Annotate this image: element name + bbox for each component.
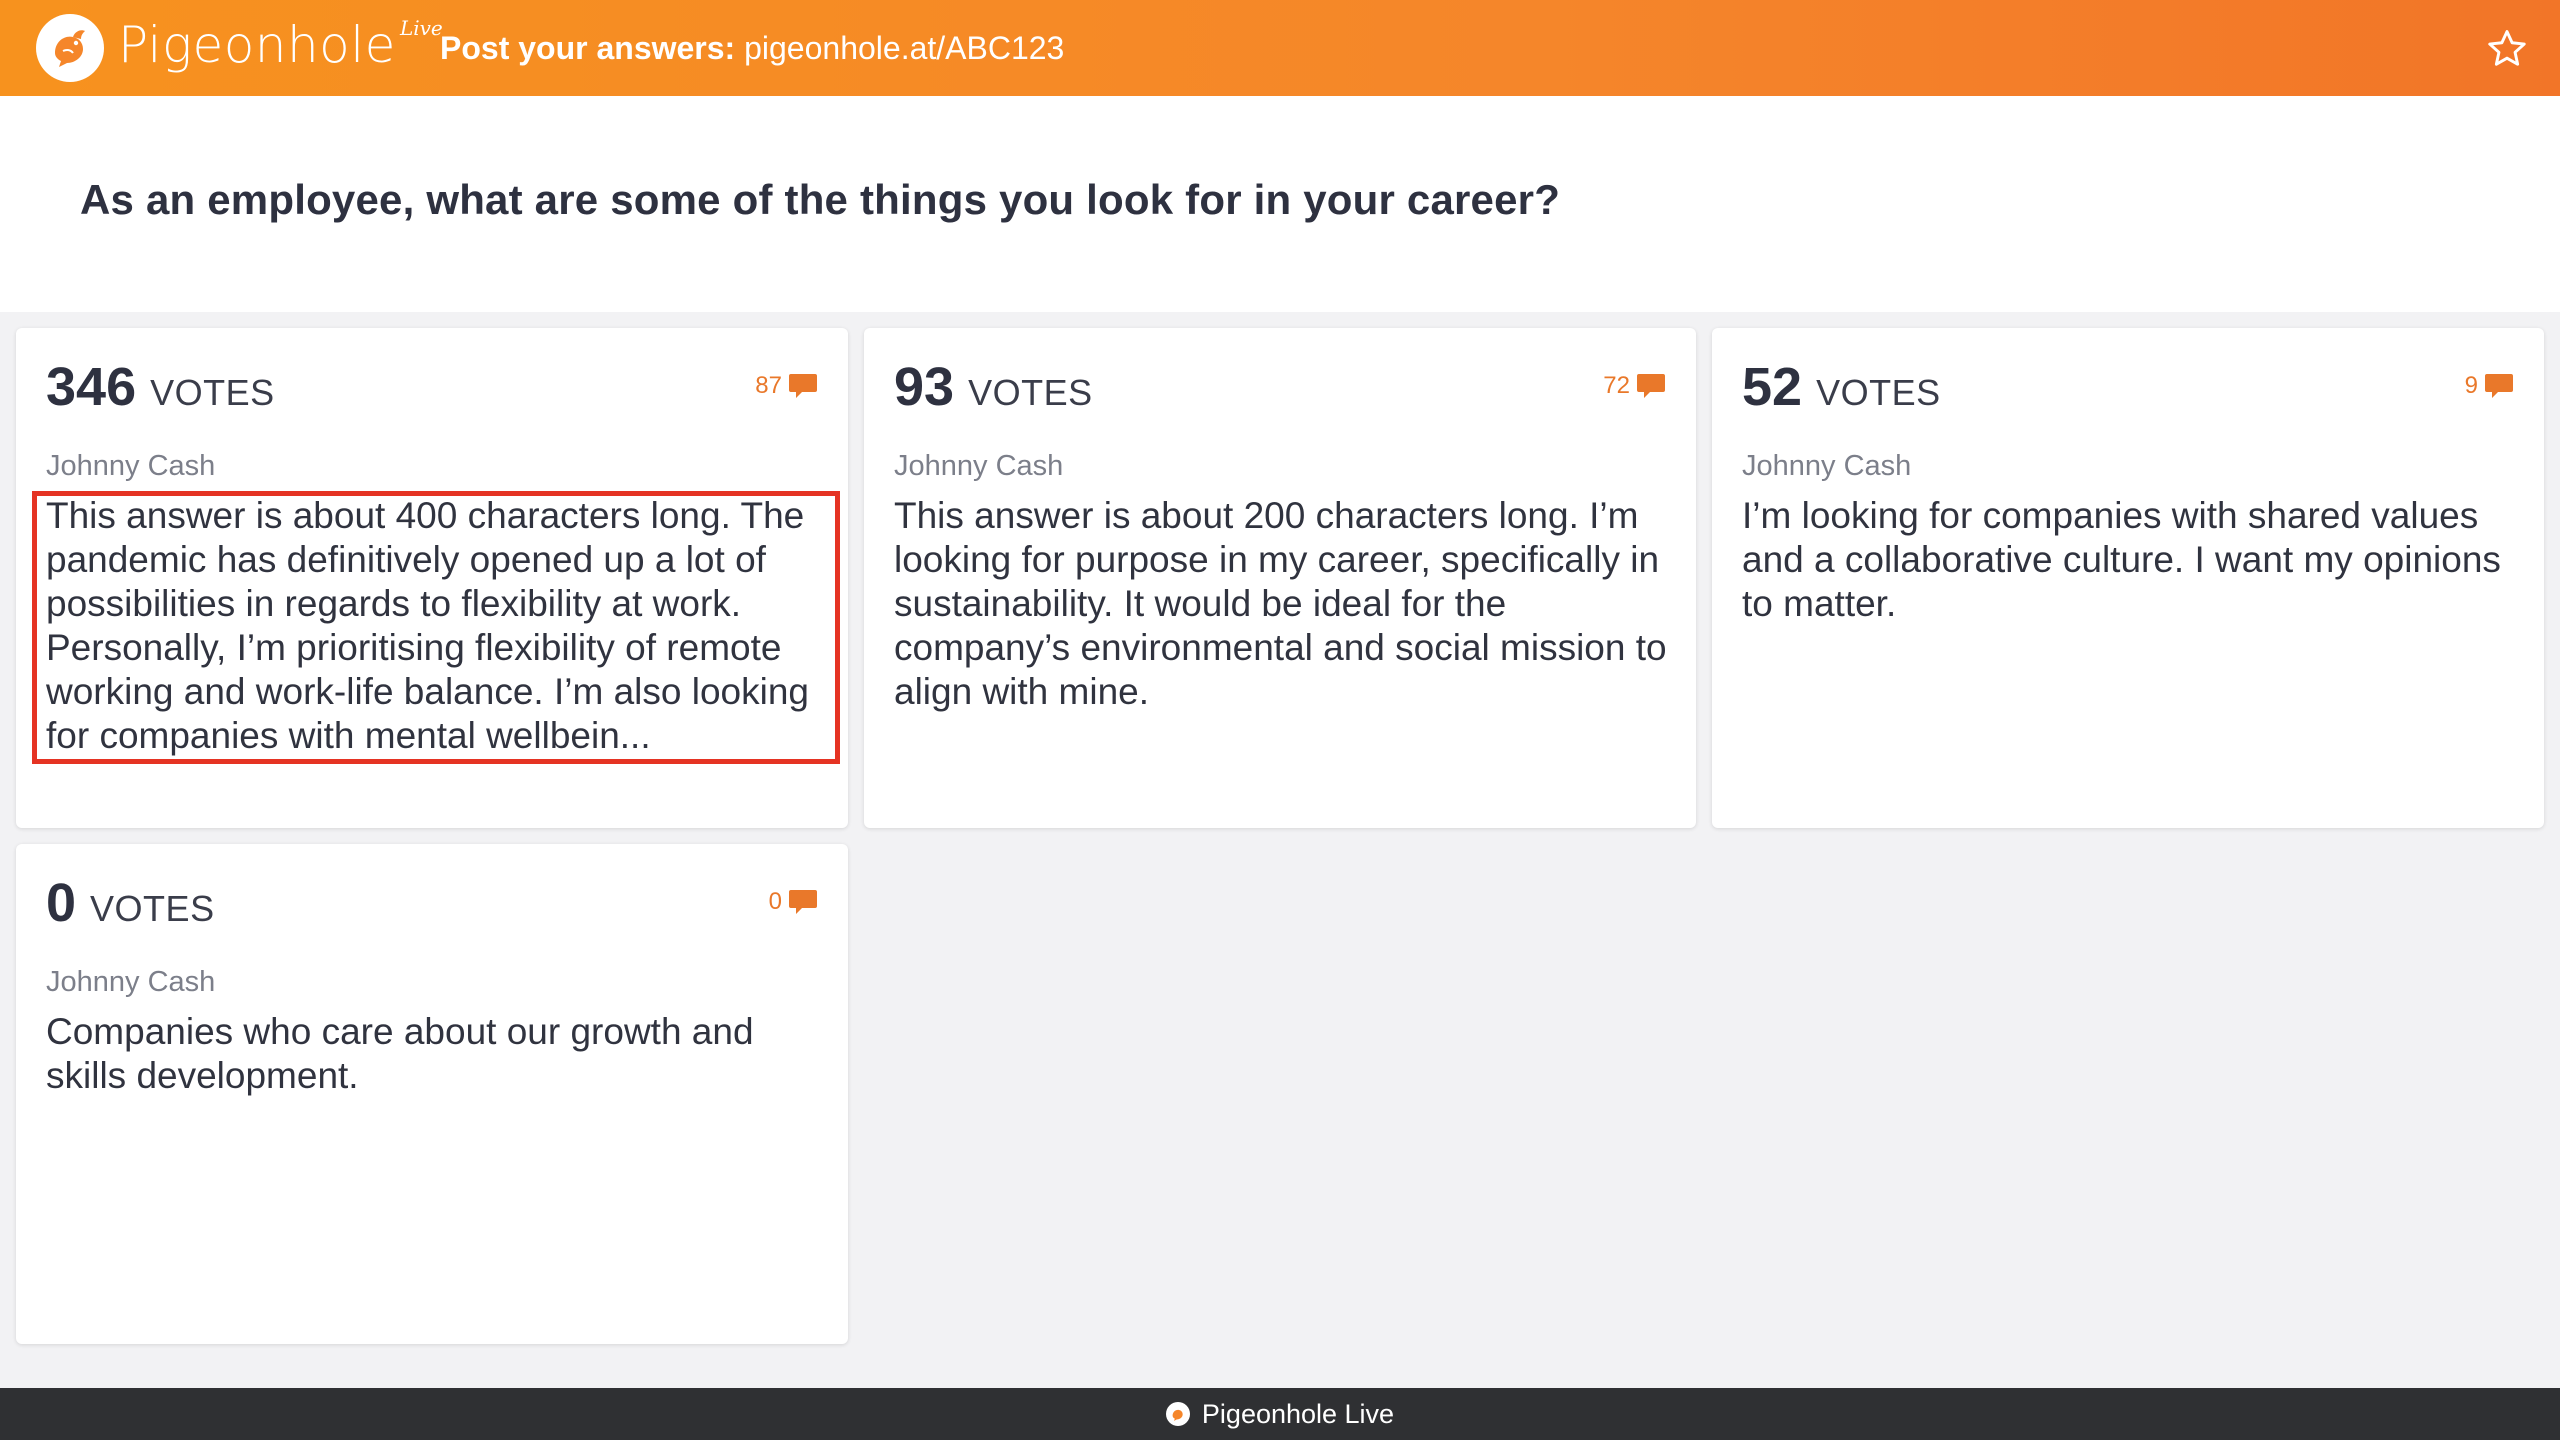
footer-bar: Pigeonhole Live: [0, 1388, 2560, 1440]
author-name: Johnny Cash: [46, 966, 216, 998]
author-name: Johnny Cash: [1742, 450, 1912, 482]
post-label: Post your answers:: [440, 30, 736, 66]
votes-label: VOTES: [968, 372, 1093, 413]
question-area: As an employee, what are some of the thi…: [0, 96, 2560, 312]
footer-label[interactable]: Pigeonhole Live: [1202, 1399, 1394, 1430]
comments-count: 87: [755, 372, 782, 399]
vote-count: 93 VOTES: [894, 356, 1093, 418]
vote-count: 0 VOTES: [46, 872, 215, 934]
post-url[interactable]: pigeonhole.at/ABC123: [744, 30, 1064, 66]
votes-label: VOTES: [150, 372, 275, 413]
star-button[interactable]: [2484, 26, 2530, 72]
star-icon: [2488, 30, 2526, 66]
answer-text: This answer is about 400 characters long…: [46, 495, 809, 756]
comments-indicator[interactable]: 9: [2465, 372, 2514, 400]
post-answers-line: Post your answers: pigeonhole.at/ABC123: [440, 24, 1064, 72]
comment-icon: [1637, 374, 1665, 398]
comments-count: 9: [2464, 372, 2478, 399]
comment-icon: [789, 374, 817, 398]
comments-count: 0: [768, 888, 782, 915]
votes-number: 52: [1742, 357, 1803, 417]
votes-label: VOTES: [1816, 372, 1941, 413]
answer-text: Companies who care about our growth and …: [46, 1011, 754, 1096]
pigeon-icon: [1165, 1402, 1190, 1426]
question-title: As an employee, what are some of the thi…: [80, 176, 1561, 223]
answer-text: I’m looking for companies with shared va…: [1742, 495, 2501, 624]
answer-card[interactable]: 93 VOTES 72 Johnny Cash This answer is a…: [864, 328, 1696, 828]
comment-icon: [2485, 374, 2513, 398]
votes-number: 0: [46, 873, 77, 933]
answer-card[interactable]: 52 VOTES 9 Johnny Cash I’m looking for c…: [1712, 328, 2544, 828]
author-name: Johnny Cash: [894, 450, 1064, 482]
pigeonhole-logo[interactable]: Pigeonhole Live: [36, 12, 443, 84]
comments-count: 72: [1603, 372, 1630, 399]
author-name: Johnny Cash: [46, 450, 216, 482]
vote-count: 52 VOTES: [1742, 356, 1941, 418]
answer-text: This answer is about 200 characters long…: [894, 495, 1667, 712]
votes-number: 93: [894, 357, 955, 417]
vote-count: 346 VOTES: [46, 356, 275, 418]
comments-indicator[interactable]: 0: [769, 888, 818, 916]
top-bar: Pigeonhole Live Post your answers: pigeo…: [0, 0, 2560, 96]
comment-icon: [789, 890, 817, 914]
answer-card[interactable]: 0 VOTES 0 Johnny Cash Companies who care…: [16, 844, 848, 1344]
logo-suffix: Live: [399, 16, 443, 40]
comments-indicator[interactable]: 72: [1603, 372, 1666, 400]
votes-label: VOTES: [90, 888, 215, 929]
votes-number: 346: [46, 357, 137, 417]
answer-card[interactable]: 346 VOTES 87 Johnny Cash This answer is …: [16, 328, 848, 828]
comments-indicator[interactable]: 87: [755, 372, 818, 400]
logo-text: Pigeonhole: [118, 16, 396, 74]
pigeon-icon: [36, 14, 104, 82]
